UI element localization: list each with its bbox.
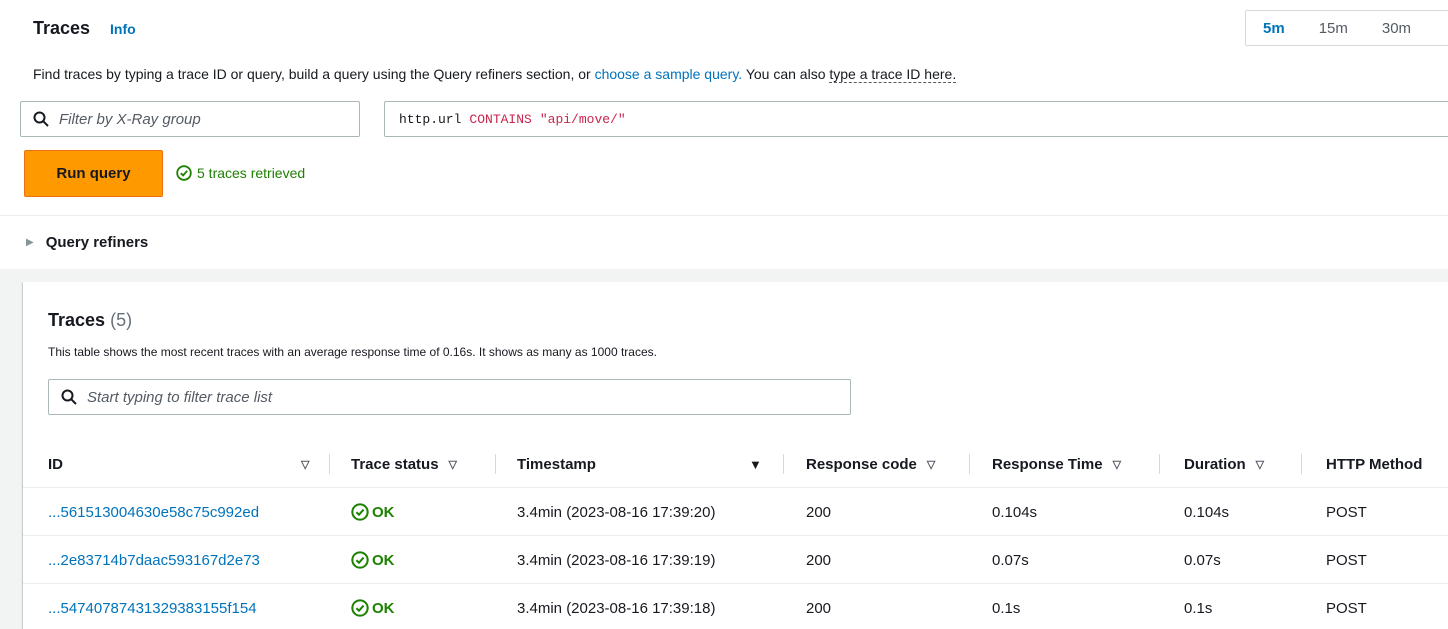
column-header-http-method-label: HTTP Method [1326,455,1423,473]
trace-status-text: OK [372,503,395,521]
table-row: ...561513004630e58c75c992ed OK 3.4min (2… [23,488,1448,536]
trace-http-method: POST [1326,599,1367,617]
trace-response-time: 0.104s [992,503,1038,521]
trace-timestamp: 3.4min (2023-08-16 17:39:20) [517,503,716,521]
column-header-response-code[interactable]: Response code ▽ [806,440,935,488]
column-header-timestamp[interactable]: Timestamp [517,440,596,488]
retrieved-status-text: 5 traces retrieved [197,165,306,181]
run-query-button[interactable]: Run query [24,150,163,197]
check-circle-icon [351,503,369,521]
column-header-timestamp-label: Timestamp [517,455,596,473]
trace-status: OK [351,488,395,536]
traces-title-text: Traces [48,310,106,330]
sort-duration-icon: ▽ [1255,458,1265,471]
column-divider [495,454,496,474]
query-field: http.url [399,111,462,127]
table-header: ID ▽ Trace status ▽ Timestamp ▼ Response… [23,440,1448,488]
sort-id-icon[interactable]: ▽ [291,440,309,488]
trace-duration: 0.07s [1184,551,1221,569]
check-circle-icon [351,551,369,569]
column-header-id[interactable]: ID [48,440,63,488]
range-30m-button[interactable]: 30m [1365,20,1428,37]
query-operator: CONTAINS [469,111,532,127]
trace-id-link[interactable]: ...561513004630e58c75c992ed [48,488,259,536]
trace-http-method: POST [1326,503,1367,521]
sample-query-link[interactable]: choose a sample query. [595,66,743,82]
traces-count: (5) [110,310,133,330]
check-circle-icon [351,599,369,617]
column-divider [329,454,330,474]
range-5m-button[interactable]: 5m [1246,20,1302,37]
info-link[interactable]: Info [110,21,136,37]
trace-response-time: 0.1s [992,599,1021,617]
caret-right-icon: ▶ [26,237,34,248]
column-header-http-method[interactable]: HTTP Method [1326,440,1422,488]
trace-list-filter[interactable] [48,379,851,415]
column-header-id-label: ID [48,455,63,473]
trace-status: OK [351,584,395,629]
retrieved-status: 5 traces retrieved [176,165,305,181]
query-value: "api/move/" [539,111,626,127]
traces-panel: Traces (5) This table shows the most rec… [23,282,1448,629]
time-range-selector: 5m 15m 30m [1245,10,1448,46]
query-editor[interactable]: http.url CONTAINS "api/move/" [384,101,1448,137]
trace-id-link[interactable]: ...54740787431329383155f154 [48,584,257,629]
sort-timestamp-icon[interactable]: ▼ [739,440,762,488]
sort-status-icon: ▽ [448,458,458,471]
column-header-status[interactable]: Trace status ▽ [351,440,457,488]
range-15m-button[interactable]: 15m [1302,20,1365,37]
column-header-response-time-label: Response Time [992,455,1103,473]
query-refiners-label: Query refiners [45,234,149,251]
trace-response-code: 200 [806,551,832,569]
trace-timestamp: 3.4min (2023-08-16 17:39:18) [517,599,716,617]
traces-table-title: Traces (5) [48,310,132,331]
check-circle-icon [176,165,192,181]
column-header-duration[interactable]: Duration ▽ [1184,440,1264,488]
trace-id-link[interactable]: ...2e83714b7daac593167d2e73 [48,536,260,584]
xray-group-input[interactable] [59,110,359,128]
column-header-duration-label: Duration [1184,455,1246,473]
search-icon [33,111,49,127]
top-section: Traces Info 5m 15m 30m Find traces by ty… [0,0,1448,215]
trace-response-code: 200 [806,599,832,617]
description-text-2: You can also [742,66,830,82]
trace-filter-input[interactable] [87,388,850,406]
query-refiners-toggle[interactable]: ▶ Query refiners [0,215,1448,269]
column-header-status-label: Trace status [351,455,439,473]
trace-timestamp: 3.4min (2023-08-16 17:39:19) [517,551,716,569]
page-title: Traces [33,18,91,38]
column-divider [1159,454,1160,474]
trace-response-code: 200 [806,503,832,521]
trace-status: OK [351,536,395,584]
column-header-response-code-label: Response code [806,455,917,473]
trace-response-time: 0.07s [992,551,1029,569]
trace-id-link[interactable]: type a trace ID here. [829,66,957,83]
trace-status-text: OK [372,551,395,569]
trace-duration: 0.104s [1184,503,1230,521]
column-header-response-time[interactable]: Response Time ▽ [992,440,1121,488]
sort-response-time-icon: ▽ [1112,458,1122,471]
trace-http-method: POST [1326,551,1367,569]
search-icon [61,389,77,405]
page-description: Find traces by typing a trace ID or quer… [33,66,957,83]
traces-table-description: This table shows the most recent traces … [48,345,657,359]
xray-group-filter[interactable] [20,101,360,137]
sort-response-code-icon: ▽ [926,458,936,471]
description-text: Find traces by typing a trace ID or quer… [33,66,595,82]
table-row: ...2e83714b7daac593167d2e73 OK 3.4min (2… [23,536,1448,584]
column-divider [969,454,970,474]
trace-status-text: OK [372,599,395,617]
column-divider [1301,454,1302,474]
trace-duration: 0.1s [1184,599,1213,617]
column-divider [783,454,784,474]
table-row: ...54740787431329383155f154 OK 3.4min (2… [23,584,1448,629]
